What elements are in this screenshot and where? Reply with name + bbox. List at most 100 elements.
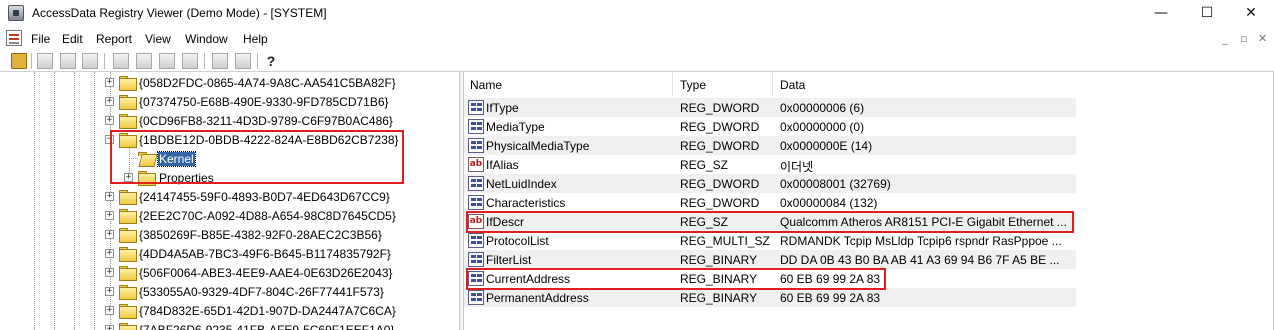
remove-report-icon[interactable] <box>159 53 175 69</box>
folder-icon <box>119 247 137 262</box>
tree-item-label[interactable]: {7ABF26D6-9235-41FB-AFE9-5C69F1EEF1A0} <box>139 323 394 330</box>
value-row[interactable]: FilterList REG_BINARY DD DA 0B 43 B0 BA AB… <box>464 250 1076 269</box>
menu-file[interactable]: File <box>31 32 50 46</box>
tree-item-label[interactable]: {533055A0-9329-4DF7-804C-26F77441F573} <box>139 285 384 299</box>
tree-item[interactable]: + {058D2FDC-0865-4A74-9A8C-AA541C5BA82F} <box>0 74 459 93</box>
menu-help[interactable]: Help <box>243 32 268 46</box>
value-name: IfType <box>486 101 519 115</box>
tree-item-label[interactable]: {24147455-59F0-4893-B0D7-4ED643D67CC9} <box>139 190 390 204</box>
folder-icon <box>119 95 137 110</box>
mdi-close-button[interactable]: ✕ <box>1258 32 1267 45</box>
value-row[interactable]: PermanentAddress REG_BINARY 60 EB 69 99 2A… <box>464 288 1076 307</box>
registry-values-list[interactable]: Name Type Data IfType REG_DWORD 0x00000006… <box>464 72 1274 330</box>
menu-view[interactable]: View <box>145 32 171 46</box>
column-header-type[interactable]: Type <box>680 78 706 92</box>
expand-icon[interactable]: + <box>105 306 114 315</box>
tree-item[interactable]: + {784D832E-65D1-42D1-907D-DA2447A7C6CA} <box>0 302 459 321</box>
mdi-minimize-button[interactable]: _ <box>1222 32 1228 45</box>
tree-item-label[interactable]: {0CD96FB8-3211-4D3D-9789-C6F97B0AC486} <box>139 114 393 128</box>
tree-item-label[interactable]: {1BDBE12D-0BDB-4222-824A-E8BD62CB7238} <box>139 133 399 147</box>
close-button[interactable]: ✕ <box>1228 0 1274 28</box>
value-data: 60 EB 69 99 2A 83 <box>780 291 881 305</box>
tree-item-label[interactable]: {4DD4A5AB-7BC3-49F6-B645-B1174835792F} <box>139 247 391 261</box>
value-name: IfDescr <box>486 215 525 229</box>
open-folder-icon[interactable] <box>11 53 27 69</box>
tree-item-label[interactable]: {3850269F-B85E-4382-92F0-28AEC2C3B56} <box>139 228 382 242</box>
tree-item[interactable]: + {2EE2C70C-A092-4D88-A654-98C8D7645CD5} <box>0 207 459 226</box>
value-row[interactable]: MediaType REG_DWORD 0x00000000 (0) <box>464 117 1076 136</box>
expand-icon[interactable]: + <box>105 211 114 220</box>
binary-value-icon <box>468 290 484 305</box>
binary-value-icon <box>468 176 484 191</box>
menu-report[interactable]: Report <box>96 32 132 46</box>
folder-icon <box>119 190 137 205</box>
tree-item-label-selected[interactable]: Kernel <box>157 151 196 167</box>
tree-item[interactable]: + {506F0064-ABE3-4EE9-AAE4-0E63D26E2043} <box>0 264 459 283</box>
expand-icon[interactable]: + <box>105 192 114 201</box>
tree-item[interactable]: + {0CD96FB8-3211-4D3D-9789-C6F97B0AC486} <box>0 112 459 131</box>
value-row[interactable]: IfType REG_DWORD 0x00000006 (6) <box>464 98 1076 117</box>
expand-icon[interactable]: + <box>105 249 114 258</box>
tree-item-label[interactable]: {784D832E-65D1-42D1-907D-DA2447A7C6CA} <box>139 304 396 318</box>
binary-value-icon <box>468 138 484 153</box>
document-icon[interactable] <box>6 30 22 46</box>
print-icon[interactable] <box>37 53 53 69</box>
expand-icon[interactable]: + <box>105 78 114 87</box>
minimize-button[interactable]: — <box>1138 0 1184 28</box>
column-divider[interactable] <box>772 72 773 96</box>
value-data: 60 EB 69 99 2A 83 <box>780 272 881 286</box>
collapse-icon[interactable]: − <box>105 135 114 144</box>
value-row[interactable]: PhysicalMediaType REG_DWORD 0x0000000E (14… <box>464 136 1076 155</box>
tree-item-label[interactable]: {058D2FDC-0865-4A74-9A8C-AA541C5BA82F} <box>139 76 396 90</box>
value-row[interactable]: ab IfDescr REG_SZ Qualcomm Atheros AR8151 P… <box>464 212 1076 231</box>
expand-icon[interactable]: + <box>105 116 114 125</box>
tree-item-label[interactable]: {506F0064-ABE3-4EE9-AAE4-0E63D26E2043} <box>139 266 393 280</box>
tree-item[interactable]: + {24147455-59F0-4893-B0D7-4ED643D67CC9} <box>0 188 459 207</box>
value-row[interactable]: ProtocolList REG_MULTI_SZ RDMANDK Tcpip Ms… <box>464 231 1076 250</box>
tree-item[interactable]: + {7ABF26D6-9235-41FB-AFE9-5C69F1EEF1A0} <box>0 321 459 330</box>
value-name: FilterList <box>486 253 532 267</box>
tree-item[interactable]: − {1BDBE12D-0BDB-4222-824A-E8BD62CB7238} <box>0 131 459 150</box>
registry-key-tree[interactable]: + {058D2FDC-0865-4A74-9A8C-AA541C5BA82F} +… <box>0 72 460 330</box>
maximize-button[interactable]: ☐ <box>1184 0 1230 28</box>
connect-icon[interactable] <box>212 53 228 69</box>
expand-icon[interactable]: + <box>105 325 114 330</box>
tree-item[interactable]: + Properties <box>0 169 459 188</box>
column-header-data[interactable]: Data <box>780 78 805 92</box>
tree-item-label[interactable]: {2EE2C70C-A092-4D88-A654-98C8D7645CD5} <box>139 209 396 223</box>
tree-item[interactable]: Kernel <box>0 150 459 169</box>
report-icon[interactable] <box>113 53 129 69</box>
menu-edit[interactable]: Edit <box>62 32 83 46</box>
value-name: PhysicalMediaType <box>486 139 590 153</box>
camera-icon[interactable] <box>235 53 251 69</box>
expand-icon[interactable]: + <box>105 97 114 106</box>
column-header-name[interactable]: Name <box>470 78 502 92</box>
tree-item-label[interactable]: Properties <box>159 171 214 185</box>
binary-value-icon <box>468 119 484 134</box>
value-row[interactable]: NetLuidIndex REG_DWORD 0x00008001 (32769) <box>464 174 1076 193</box>
expand-icon[interactable]: + <box>105 230 114 239</box>
tree-item[interactable]: + {3850269F-B85E-4382-92F0-28AEC2C3B56} <box>0 226 459 245</box>
expand-icon[interactable]: + <box>124 173 133 182</box>
tree-item[interactable]: + {07374750-E68B-490E-9330-9FD785CD71B6} <box>0 93 459 112</box>
mdi-restore-button[interactable]: ▫ <box>1240 32 1247 45</box>
tree-item[interactable]: + {533055A0-9329-4DF7-804C-26F77441F573} <box>0 283 459 302</box>
title-bar: AccessData Registry Viewer (Demo Mode) -… <box>0 0 1274 28</box>
help-icon[interactable]: ? <box>263 53 279 69</box>
export-icon[interactable] <box>82 53 98 69</box>
column-divider[interactable] <box>672 72 673 96</box>
expand-icon[interactable]: + <box>105 287 114 296</box>
print-preview-icon[interactable] <box>60 53 76 69</box>
expand-icon[interactable]: + <box>105 268 114 277</box>
folder-icon <box>119 304 137 319</box>
value-row[interactable]: CurrentAddress REG_BINARY 60 EB 69 99 2A 8… <box>464 269 1076 288</box>
tree-item[interactable]: + {4DD4A5AB-7BC3-49F6-B645-B1174835792F} <box>0 245 459 264</box>
add-report-icon[interactable] <box>136 53 152 69</box>
value-row[interactable]: ab IfAlias REG_SZ 이더넷 <box>464 155 1076 174</box>
folder-icon <box>119 266 137 281</box>
value-type: REG_MULTI_SZ <box>680 234 770 248</box>
value-row[interactable]: Characteristics REG_DWORD 0x00000084 (132) <box>464 193 1076 212</box>
properties-icon[interactable] <box>182 53 198 69</box>
tree-item-label[interactable]: {07374750-E68B-490E-9330-9FD785CD71B6} <box>139 95 389 109</box>
menu-window[interactable]: Window <box>185 32 228 46</box>
